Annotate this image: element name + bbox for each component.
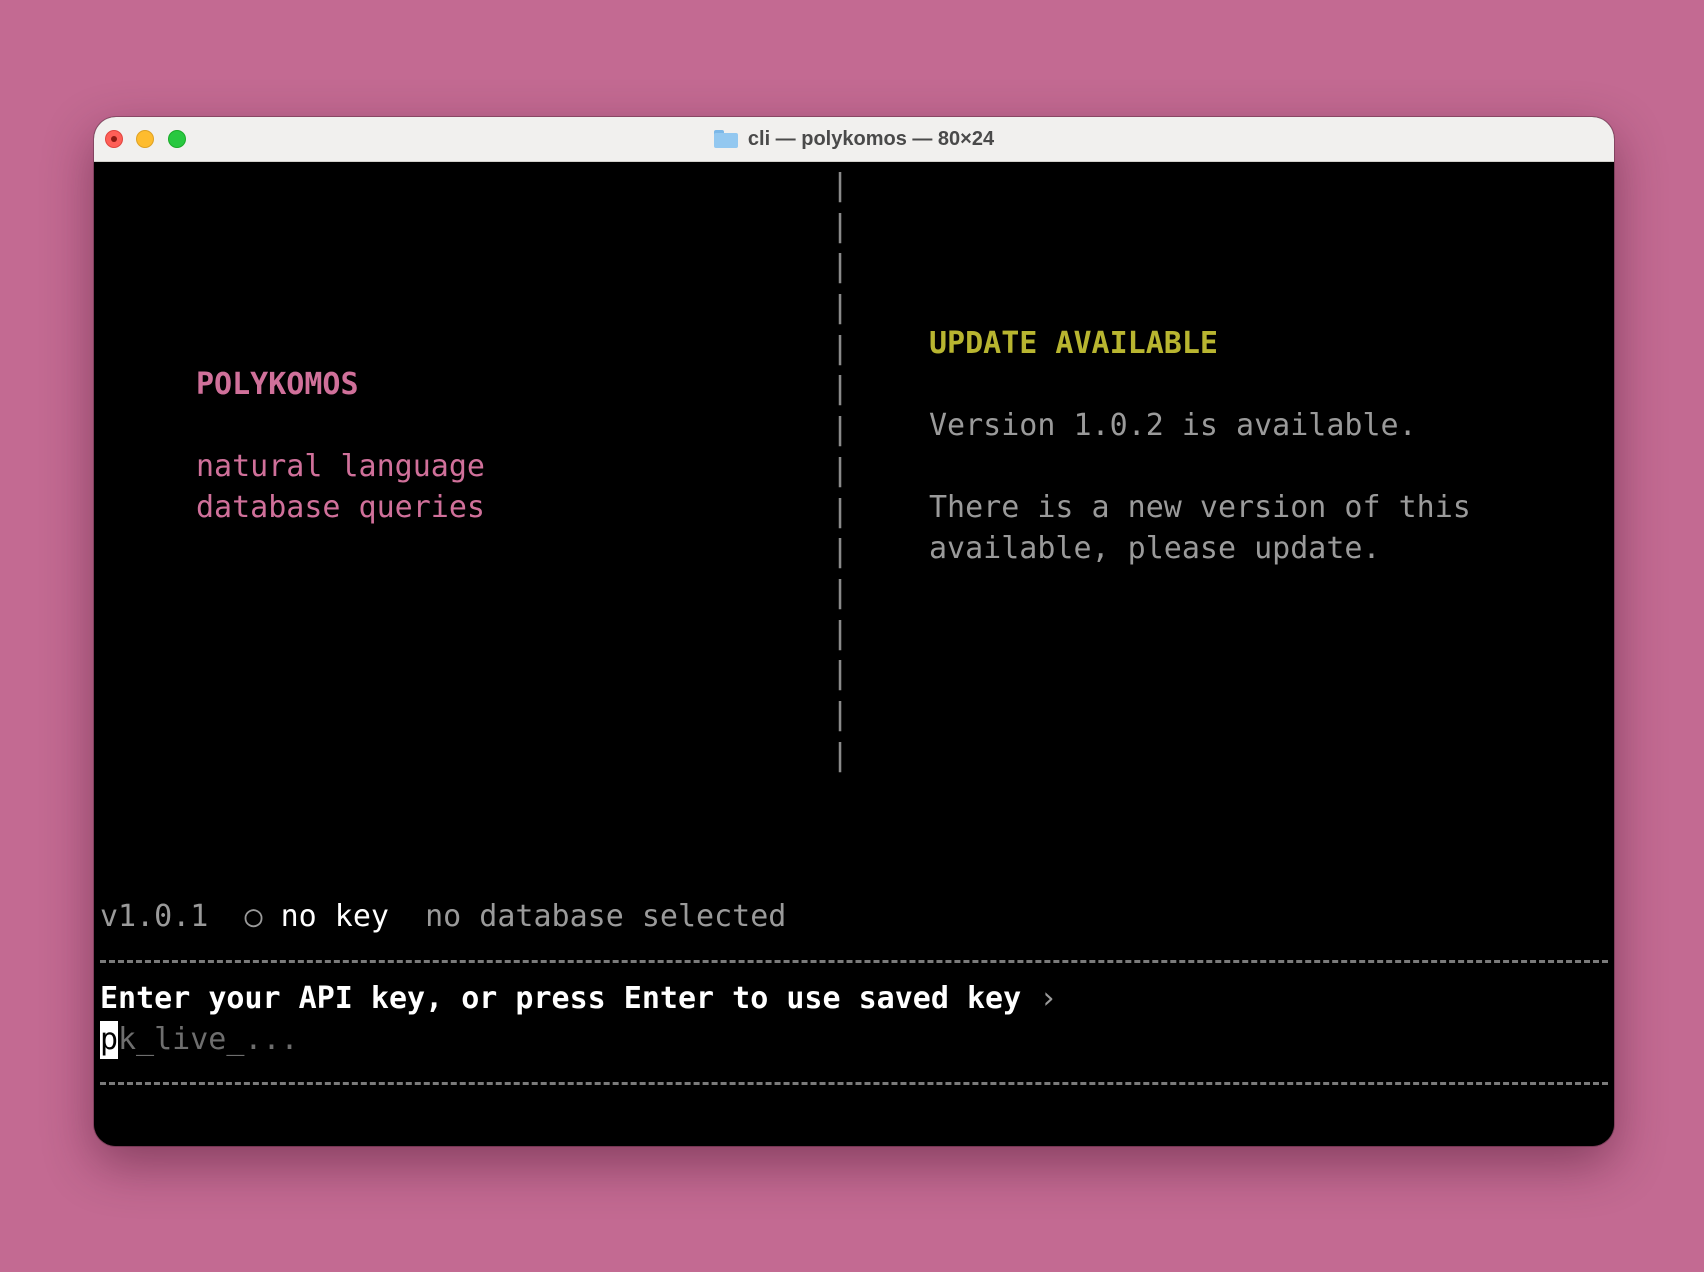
separator-char: | [831,656,850,692]
separator-char: | [831,574,850,610]
separator-char: | [831,493,850,529]
title-bar: cli — polykomos — 80×24 [94,117,1614,162]
panel-separator: | | | | | | | | | | | | | | | [831,166,849,776]
separator-char: | [831,412,850,448]
app-name: POLYKOMOS [196,367,359,402]
window-title-group: cli — polykomos — 80×24 [94,117,1614,161]
input-top-divider [100,960,1608,963]
status-bar: v1.0.1 ○ no key no database selected [100,896,786,937]
separator-char: | [831,452,850,488]
api-key-prompt: Enter your API key, or press Enter to us… [100,978,1057,1019]
separator-char: | [831,290,850,326]
update-heading: UPDATE AVAILABLE [929,326,1218,361]
separator-char: | [831,534,850,570]
terminal-content[interactable]: POLYKOMOS natural language database quer… [94,162,1614,1146]
status-version: v1.0.1 [100,899,209,934]
separator-char: | [831,371,850,407]
separator-char: | [831,330,850,366]
window-title: cli — polykomos — 80×24 [747,127,995,150]
update-message-line-1: There is a new version of this [929,490,1471,525]
text-cursor: p [100,1021,119,1059]
status-key: no key [280,899,389,934]
tagline-line-2: database queries [196,490,485,525]
separator-char: | [831,168,850,203]
api-key-placeholder: k_live_... [118,1022,299,1057]
separator-char: | [831,208,850,244]
status-database: no database selected [425,899,787,934]
tagline-line-1: natural language [196,449,485,484]
separator-char: | [831,737,850,773]
key-indicator-icon: ○ [244,899,263,934]
separator-char: | [831,615,850,651]
folder-icon [713,130,738,148]
separator-char: | [831,249,850,285]
terminal-window: cli — polykomos — 80×24 POLYKOMOS natura… [94,117,1614,1146]
prompt-chevron-icon: › [1039,981,1058,1016]
separator-char: | [831,696,850,732]
input-bottom-divider [100,1082,1608,1085]
api-key-prompt-text: Enter your API key, or press Enter to us… [100,981,1022,1016]
api-key-input[interactable]: pk_live_... [100,1019,299,1060]
update-version-line: Version 1.0.2 is available. [929,408,1417,443]
update-message-line-2: available, please update. [929,531,1381,566]
